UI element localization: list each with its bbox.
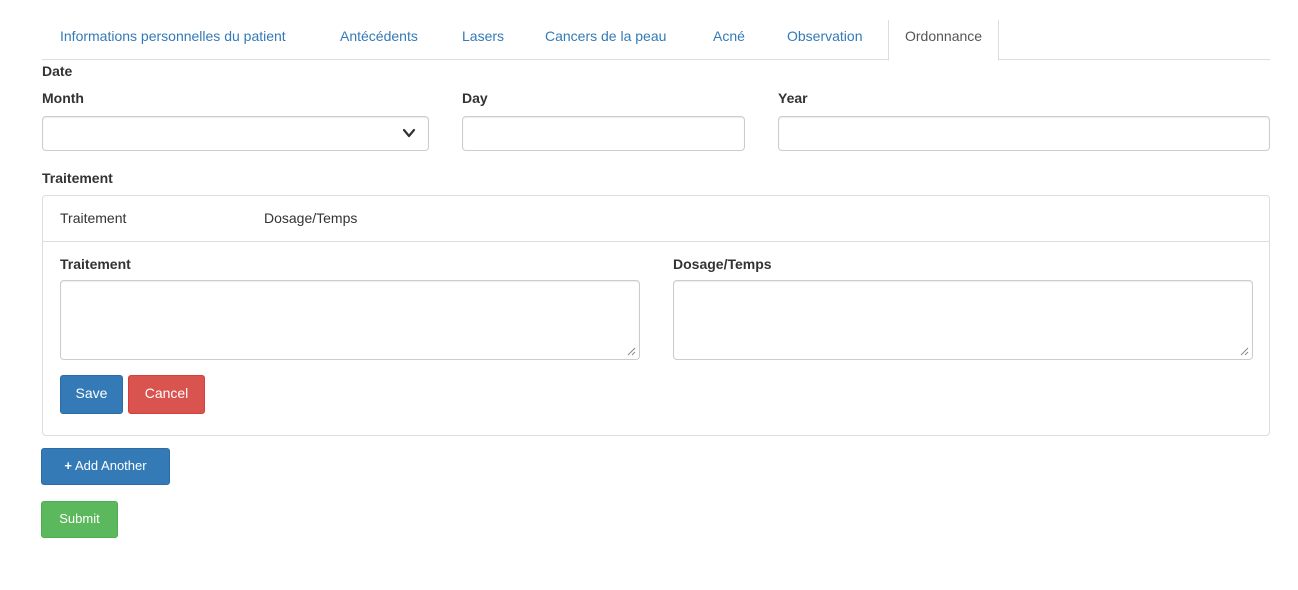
add-another-button[interactable]: + Add Another [41, 448, 170, 485]
save-button[interactable]: Save [60, 375, 123, 414]
year-input[interactable] [778, 116, 1270, 151]
header-traitement: Traitement [60, 210, 127, 226]
dosage-field-label: Dosage/Temps [673, 256, 772, 272]
cancel-button[interactable]: Cancel [128, 375, 205, 414]
chevron-down-icon [402, 128, 416, 138]
day-label: Day [462, 90, 488, 106]
dosage-textarea[interactable] [673, 280, 1253, 360]
year-label: Year [778, 90, 808, 106]
patient-tabs: Informations personnelles du patient Ant… [42, 20, 1270, 61]
tab-antecedents[interactable]: Antécédents [340, 20, 418, 60]
tab-cancers-de-la-peau[interactable]: Cancers de la peau [545, 20, 666, 60]
month-label: Month [42, 90, 84, 106]
traitement-table-header: Traitement Dosage/Temps [43, 196, 1269, 242]
traitement-field-label: Traitement [60, 256, 131, 272]
date-label: Date [42, 63, 73, 79]
ordonnance-form-page: Informations personnelles du patient Ant… [0, 0, 1298, 590]
day-input[interactable] [462, 116, 745, 151]
tab-ordonnance[interactable]: Ordonnance [888, 20, 1000, 61]
plus-icon: + [64, 458, 73, 473]
traitement-textarea[interactable] [60, 280, 640, 360]
add-another-label: Add Another [75, 458, 147, 473]
tab-observation[interactable]: Observation [787, 20, 862, 60]
traitement-section-label: Traitement [42, 170, 113, 186]
tab-informations-personnelles[interactable]: Informations personnelles du patient [60, 20, 286, 60]
resize-grip-icon[interactable] [626, 346, 636, 356]
traitement-panel: Traitement Dosage/Temps Traitement Dosag… [42, 195, 1270, 436]
header-dosage-temps: Dosage/Temps [264, 210, 358, 226]
submit-button[interactable]: Submit [41, 501, 118, 538]
resize-grip-icon[interactable] [1239, 346, 1249, 356]
month-select[interactable] [42, 116, 429, 151]
tab-lasers[interactable]: Lasers [462, 20, 504, 60]
tab-acne[interactable]: Acné [713, 20, 745, 60]
